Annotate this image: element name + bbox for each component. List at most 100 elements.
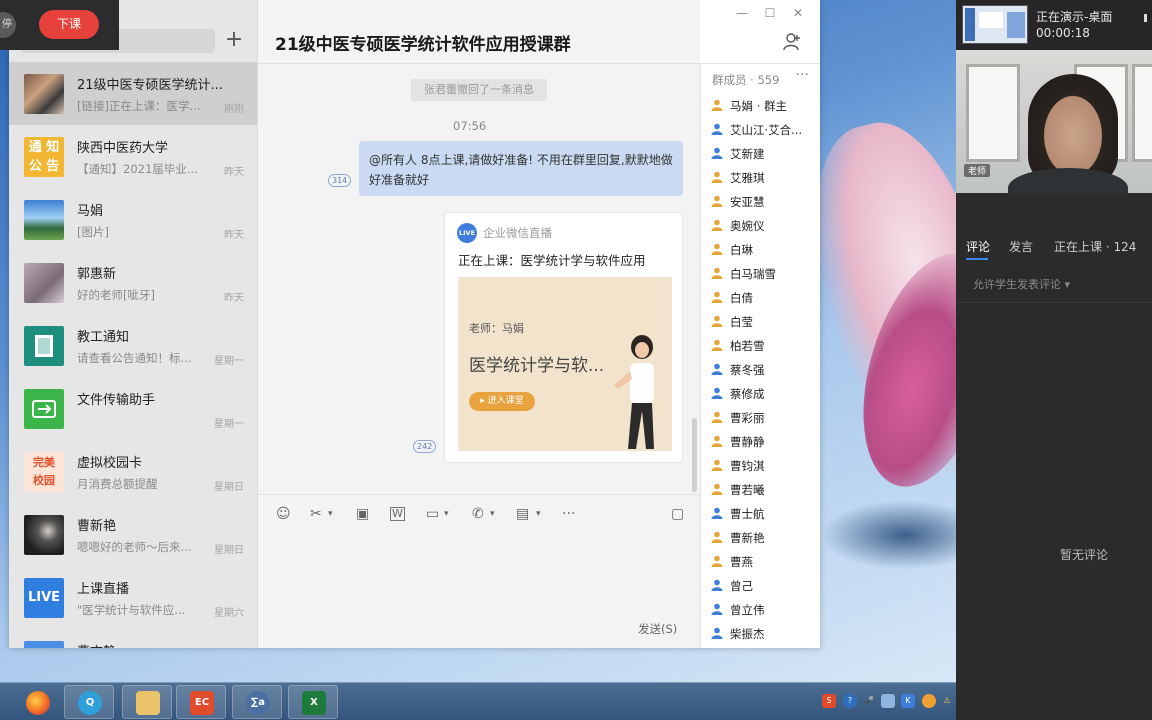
- more-icon[interactable]: ···: [562, 505, 575, 523]
- live-icon[interactable]: ▤: [516, 505, 529, 523]
- conversation-time: 昨天: [224, 167, 244, 178]
- card-title: 正在上课：医学统计学与软件应用: [458, 253, 646, 268]
- member-item[interactable]: 蔡冬强: [711, 362, 819, 382]
- add-member-icon[interactable]: [782, 32, 802, 52]
- tray-sogou-icon[interactable]: S: [822, 694, 836, 708]
- conversation-item[interactable]: 21级中医专硕医学统计... [链接]正在上课：医学... 刚刚: [9, 62, 257, 125]
- member-item[interactable]: 艾雅琪: [711, 170, 819, 190]
- chat-scrollbar[interactable]: [692, 418, 697, 492]
- taskbar-excel[interactable]: X: [288, 685, 338, 719]
- conversation-name: 上课直播: [77, 582, 130, 597]
- taskbar-search[interactable]: Q: [64, 685, 114, 719]
- folder-icon[interactable]: ▭: [426, 505, 439, 523]
- maximize-icon[interactable]: ☐: [756, 2, 784, 24]
- end-class-button[interactable]: 下课: [39, 10, 99, 39]
- read-count-badge[interactable]: 242: [413, 440, 437, 453]
- message-bubble[interactable]: @所有人 8点上课,请做好准备! 不用在群里回复,默默地做好准备就好: [359, 141, 683, 196]
- chevron-down-icon[interactable]: ▾: [328, 505, 333, 523]
- conversation-item[interactable]: 马娟 [图片] 昨天: [9, 188, 257, 251]
- conversation-time: 星期六: [214, 608, 244, 619]
- tray-warning-icon[interactable]: ⚠: [940, 694, 954, 708]
- member-item[interactable]: 曹士航: [711, 506, 819, 526]
- member-item[interactable]: 曾己: [711, 578, 819, 598]
- conversation-name: 曹新艳: [77, 519, 117, 534]
- member-name: 白莹: [730, 315, 753, 329]
- chevron-down-icon[interactable]: ▾: [444, 505, 449, 523]
- emoji-icon[interactable]: ☺: [276, 505, 291, 523]
- minimize-icon[interactable]: —: [728, 2, 756, 24]
- image-icon[interactable]: ▣: [356, 505, 369, 523]
- pause-button[interactable]: 停: [0, 12, 16, 38]
- member-item[interactable]: 曹彩丽: [711, 410, 819, 430]
- chevron-down-icon[interactable]: ▾: [490, 505, 495, 523]
- close-icon[interactable]: ✕: [784, 2, 812, 24]
- tab-speak[interactable]: 发言: [1009, 238, 1033, 255]
- member-item[interactable]: 安亚慧: [711, 194, 819, 214]
- card-source: 企业微信直播: [483, 226, 552, 240]
- member-item[interactable]: 艾山江·艾合...: [711, 122, 819, 142]
- member-item[interactable]: 白倩: [711, 290, 819, 310]
- tray-help-icon[interactable]: ?: [843, 694, 857, 708]
- allow-comments-dropdown[interactable]: 允许学生发表评论 ▾: [973, 276, 1070, 292]
- enter-class-button[interactable]: ▸ 进入课堂: [469, 392, 535, 411]
- member-item[interactable]: 曹新艳: [711, 530, 819, 550]
- member-name: 曹彩丽: [730, 411, 765, 425]
- chevron-down-icon[interactable]: ▾: [536, 505, 541, 523]
- presentation-timer: 00:00:18: [1036, 26, 1090, 40]
- add-icon[interactable]: +: [223, 29, 245, 53]
- tray-search-icon[interactable]: [922, 694, 936, 708]
- member-name: 柴振杰: [730, 627, 765, 641]
- member-item[interactable]: 艾新建: [711, 146, 819, 166]
- send-button[interactable]: 发送(S): [638, 621, 677, 637]
- chat-history-icon[interactable]: ▢: [671, 505, 684, 523]
- conversation-item[interactable]: 教工通知 请查看公告通知！标... 星期一: [9, 314, 257, 377]
- member-item[interactable]: 蔡修成: [711, 386, 819, 406]
- member-name: 曹若曦: [730, 483, 765, 497]
- document-icon[interactable]: W: [390, 507, 405, 521]
- read-count-badge[interactable]: 314: [328, 174, 352, 187]
- conversation-preview: [链接]正在上课：医学...: [77, 99, 201, 113]
- person-icon: [711, 267, 723, 279]
- member-item[interactable]: 曹钧淇: [711, 458, 819, 478]
- member-item[interactable]: 奥婉仪: [711, 218, 819, 238]
- member-item[interactable]: 柏若雪: [711, 338, 819, 358]
- conversation-item[interactable]: 完美 校园 虚拟校园卡 月消费总额提醒 星期日: [9, 440, 257, 503]
- taskbar-firefox[interactable]: [12, 685, 62, 719]
- taskbar-explorer[interactable]: [122, 685, 172, 719]
- member-name: 艾雅琪: [730, 171, 765, 185]
- taskbar-math[interactable]: ∑a: [232, 685, 282, 719]
- tray-keyboard-icon[interactable]: [881, 694, 895, 708]
- member-item[interactable]: 白莹: [711, 314, 819, 334]
- member-item[interactable]: 马娟 · 群主: [711, 98, 819, 118]
- screenshot-icon[interactable]: ✂: [310, 505, 322, 523]
- conversation-item[interactable]: 曹新艳 嗯嗯好的老师～后来... 星期日: [9, 503, 257, 566]
- screen-share-thumbnail[interactable]: [962, 5, 1028, 44]
- tray-k-icon[interactable]: K: [901, 694, 915, 708]
- conversation-item[interactable]: LIVE 上课直播 "医学统计与软件应... 星期六: [9, 566, 257, 629]
- tray-mic-icon[interactable]: 🎤: [862, 694, 876, 708]
- member-item[interactable]: 曹静静: [711, 434, 819, 454]
- tab-in-class[interactable]: 正在上课 · 124: [1054, 238, 1136, 255]
- member-item[interactable]: 曾立伟: [711, 602, 819, 622]
- conversation-item[interactable]: 郭惠新 好的老师[呲牙] 昨天: [9, 251, 257, 314]
- member-name: 曹静静: [730, 435, 765, 449]
- tab-comment[interactable]: 评论: [966, 238, 990, 255]
- member-item[interactable]: 曹燕: [711, 554, 819, 574]
- conversation-item[interactable]: 曹文静: [9, 629, 257, 648]
- panel-divider: [956, 302, 1152, 303]
- conversation-item[interactable]: 通 知 公 告陕西中医药大学 【通知】2021届毕业... 昨天: [9, 125, 257, 188]
- member-item[interactable]: 曹若曦: [711, 482, 819, 502]
- member-name: 蔡冬强: [730, 363, 765, 377]
- conversation-item[interactable]: 文件传输助手 星期一: [9, 377, 257, 440]
- member-item[interactable]: 白琳: [711, 242, 819, 262]
- taskbar-ec[interactable]: EC: [176, 685, 226, 719]
- live-class-card[interactable]: LIVE 企业微信直播 正在上课：医学统计学与软件应用 老师：马娟 医学统计学与…: [444, 212, 683, 463]
- teacher-video[interactable]: 老师: [956, 50, 1152, 193]
- more-icon[interactable]: ···: [796, 67, 809, 83]
- presentation-status-bar: 正在演示-桌面 00:00:18: [956, 0, 1152, 50]
- card-poster[interactable]: 老师：马娟 医学统计学与软... ▸ 进入课堂: [458, 277, 672, 451]
- member-item[interactable]: 柴振杰: [711, 626, 819, 646]
- wallpaper-leaf: [820, 500, 956, 570]
- member-item[interactable]: 白马瑞雪: [711, 266, 819, 286]
- phone-icon[interactable]: ✆: [472, 505, 484, 523]
